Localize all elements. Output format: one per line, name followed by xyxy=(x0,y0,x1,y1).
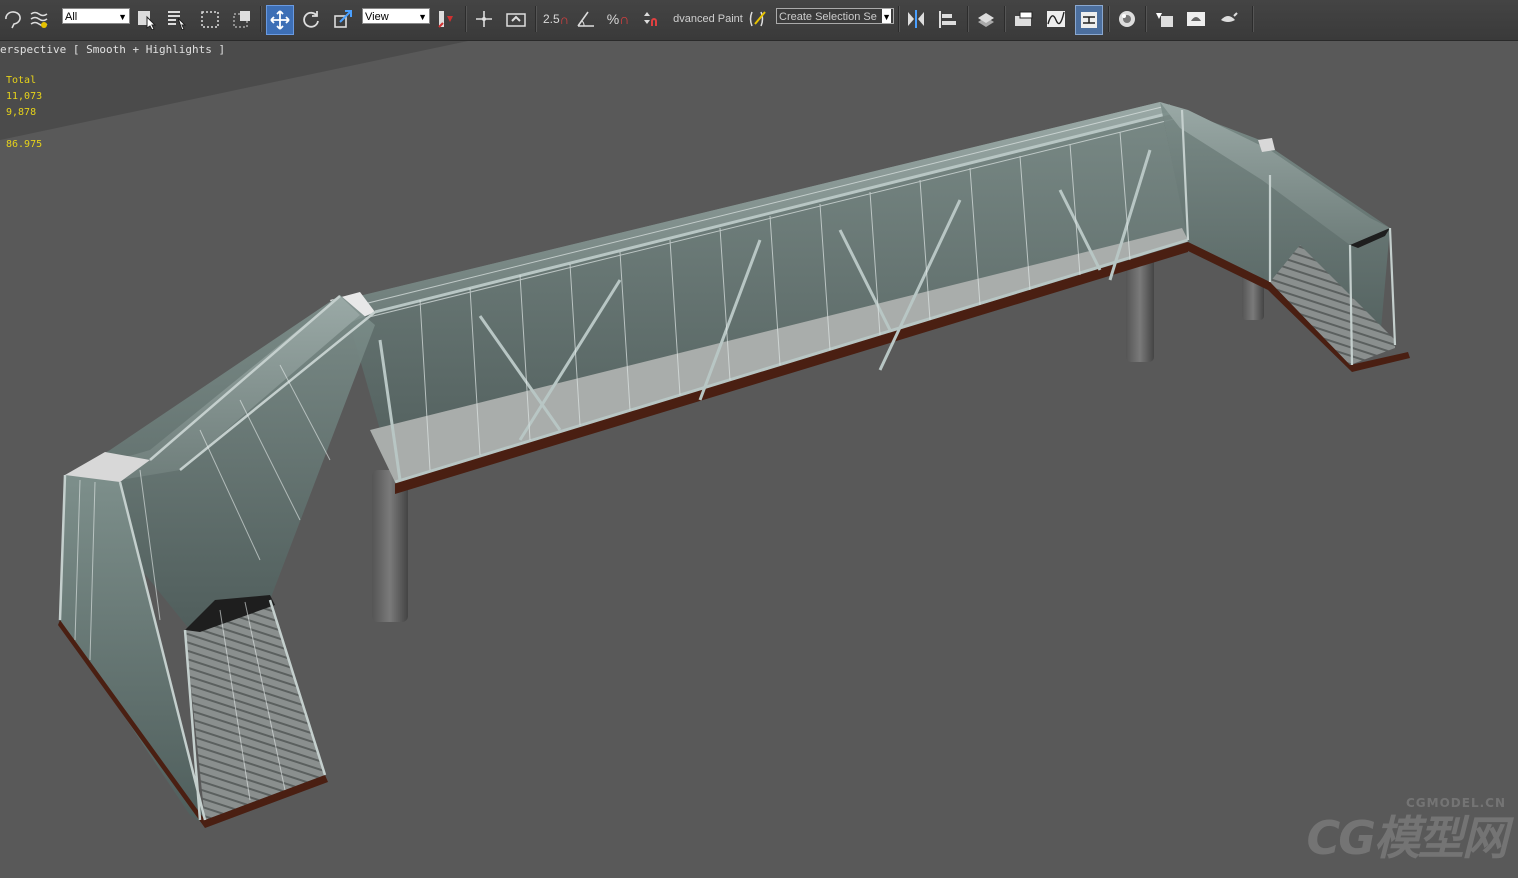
pivot-icon[interactable] xyxy=(433,5,459,33)
layer-icon[interactable] xyxy=(973,5,999,33)
angle-snap-icon[interactable] xyxy=(573,5,599,33)
curve-editor-icon[interactable] xyxy=(1043,5,1069,33)
toolbar-separator xyxy=(1252,6,1254,32)
keyboard-shortcut-icon[interactable] xyxy=(503,5,529,33)
toolbar-separator xyxy=(465,6,467,32)
render-icon[interactable] xyxy=(1215,5,1241,33)
toolbar-separator xyxy=(1004,6,1006,32)
left-stair-tower xyxy=(58,295,376,828)
mirror-icon[interactable] xyxy=(903,5,929,33)
watermark-sub: CGMODEL.CN xyxy=(1405,796,1506,810)
watermark-main: CG模型网 xyxy=(1306,811,1508,865)
ref-coord-value: View xyxy=(365,11,389,23)
rect-region-icon[interactable] xyxy=(197,5,223,33)
rotate-icon[interactable] xyxy=(298,5,324,33)
toolbar-separator xyxy=(1108,6,1110,32)
rendered-frame-icon[interactable] xyxy=(1183,5,1209,33)
select-object-icon[interactable] xyxy=(133,5,159,33)
main-toolbar: All ▼ View ▼ 2.5 ∩ % ∩ dvanced Paint Create … xyxy=(0,0,1518,41)
toolbar-separator xyxy=(967,6,969,32)
advanced-paint-label[interactable]: dvanced Paint xyxy=(672,5,744,33)
scale-icon[interactable] xyxy=(330,5,356,33)
stats-fps: 86.975 xyxy=(6,139,43,150)
spinner-snap-icon[interactable] xyxy=(637,5,663,33)
stats-total-label: Total xyxy=(6,75,37,86)
stats-verts: 9,878 xyxy=(6,107,37,118)
percent-snap-icon[interactable]: % ∩ xyxy=(605,5,631,33)
named-selection-dropdown[interactable]: Create Selection Se ▼ xyxy=(776,8,894,24)
edit-named-sel-icon[interactable] xyxy=(745,5,771,33)
magnet-icon: ∩ xyxy=(559,11,570,27)
right-stair-tower xyxy=(1160,102,1410,372)
stats-polys: 11,073 xyxy=(6,91,43,102)
align-icon[interactable] xyxy=(935,5,961,33)
chevron-down-icon: ▼ xyxy=(418,12,427,22)
toolbar-separator xyxy=(260,6,262,32)
selection-filter-value: All xyxy=(65,11,78,23)
selection-filter-dropdown[interactable]: All ▼ xyxy=(62,8,130,24)
render-setup-icon[interactable] xyxy=(1151,5,1177,33)
window-crossing-icon[interactable] xyxy=(229,5,255,33)
select-by-name-icon[interactable] xyxy=(163,5,189,33)
toolbar-separator xyxy=(898,6,900,32)
toolbar-separator xyxy=(535,6,537,32)
magnet-icon: ∩ xyxy=(619,11,630,27)
scene-render xyxy=(0,41,1410,828)
move-icon[interactable] xyxy=(266,5,294,35)
main-span xyxy=(330,102,1189,494)
schematic-icon[interactable] xyxy=(1075,5,1103,35)
viewport-label[interactable]: erspective [ Smooth + Highlights ] xyxy=(0,43,225,56)
lasso-icon[interactable] xyxy=(0,5,26,33)
named-selection-value: Create Selection Se xyxy=(779,11,877,23)
watermark-logo: CG模型网 CGMODEL.CN xyxy=(1306,796,1508,868)
ref-coord-dropdown[interactable]: View ▼ xyxy=(362,8,430,24)
snap-toggle-icon[interactable]: 2.5 ∩ xyxy=(541,5,571,33)
chevron-down-icon: ▼ xyxy=(882,9,891,23)
snap-value: 2.5 xyxy=(542,12,560,26)
manipulate-icon[interactable] xyxy=(471,5,497,33)
chain-icon[interactable] xyxy=(26,5,52,33)
material-editor-icon[interactable] xyxy=(1114,5,1140,33)
chevron-down-icon: ▼ xyxy=(118,12,127,22)
toolbar-separator xyxy=(1145,6,1147,32)
perspective-viewport[interactable]: erspective [ Smooth + Highlights ] Total… xyxy=(0,41,1518,878)
ribbon-icon[interactable] xyxy=(1010,5,1036,33)
